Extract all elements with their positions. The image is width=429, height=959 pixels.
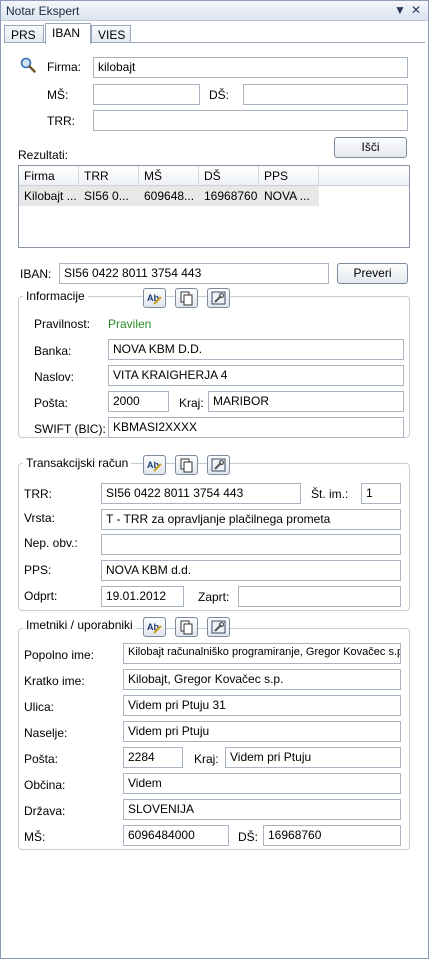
ds-input[interactable] [243,84,408,105]
copy-icon[interactable] [175,617,198,637]
posta-label: Pošta: [34,396,69,410]
table-cell: 16968760 [204,189,258,203]
informacije-title: Informacije [23,289,88,303]
drzava-field[interactable]: SLOVENIJA [123,799,401,820]
column-header[interactable]: Firma [19,166,79,186]
kraj-field[interactable]: Videm pri Ptuju [225,747,401,768]
ms-field[interactable]: 6096484000 [123,825,229,846]
zaprt-field[interactable] [238,586,401,607]
iban-tab-panel: Firma: kilobajt MŠ: DŠ: TRR: Rezultati: … [4,42,425,956]
banka-label: Banka: [34,344,72,358]
ds-label: DŠ: [209,88,230,102]
ds-field[interactable]: 16968760 [263,825,401,846]
table-cell: NOVA ... [264,189,310,203]
spellcheck-icon[interactable]: Ab [143,455,166,475]
pps-label: PPS: [24,563,52,577]
table-row[interactable]: Kilobajt ... SI56 0... 609648... 1696876… [19,186,319,206]
column-header[interactable]: DŠ [199,166,259,186]
naslov-field[interactable]: VITA KRAIGHERJA 4 [108,365,404,386]
pravilnost-label: Pravilnost: [34,317,91,331]
obcina-label: Občina: [24,778,66,792]
vrsta-label: Vrsta: [24,511,55,525]
settings-icon[interactable] [207,617,230,637]
close-icon[interactable]: ✕ [411,3,421,17]
ms-input[interactable] [93,84,200,105]
tab-vies[interactable]: VIES [91,25,131,43]
trr-label: TRR: [47,114,75,128]
trr-field[interactable]: SI56 0422 8011 3754 443 [101,483,301,504]
naselje-field[interactable]: Videm pri Ptuju [123,721,401,742]
spellcheck-icon[interactable]: Ab [143,288,166,308]
banka-field[interactable]: NOVA KBM D.D. [108,339,404,360]
kraj-field[interactable]: MARIBOR [208,391,404,412]
ms-label: MŠ: [24,830,46,844]
results-table: Firma TRR MŠ DŠ PPS Kilobajt ... SI56 0.… [18,165,410,248]
table-cell: Kilobajt ... [24,189,77,203]
trr-label: TRR: [24,487,52,501]
kraj-label: Kraj: [194,752,219,766]
posta-field[interactable]: 2284 [123,747,183,768]
nep-obv-field[interactable] [101,534,401,555]
vrsta-field[interactable]: T - TRR za opravljanje plačilnega promet… [101,509,401,530]
pin-dropdown-icon[interactable]: ▼ [394,3,406,17]
window-title: Notar Ekspert [6,4,80,18]
odprt-label: Odprt: [24,589,58,603]
iban-label: IBAN: [20,267,52,281]
copy-icon[interactable] [175,455,198,475]
results-label: Rezultati: [18,148,69,162]
obcina-field[interactable]: Videm [123,773,401,794]
posta-field[interactable]: 2000 [108,391,169,412]
imetniki-title: Imetniki / uporabniki [23,618,136,632]
column-header[interactable]: MŠ [139,166,199,186]
search-icon [20,57,36,76]
tab-iban[interactable]: IBAN [45,23,91,44]
firma-input[interactable]: kilobajt [93,57,408,78]
tab-prs[interactable]: PRS [4,25,44,43]
pravilnost-value: Pravilen [108,317,152,331]
nep-obv-label: Nep. obv.: [24,536,78,550]
pps-field[interactable]: NOVA KBM d.d. [101,560,401,581]
ulica-field[interactable]: Videm pri Ptuju 31 [123,695,401,716]
stim-label: Št. im.: [311,487,349,501]
iban-input[interactable]: SI56 0422 8011 3754 443 [59,263,329,284]
spellcheck-icon[interactable]: Ab [143,617,166,637]
settings-icon[interactable] [207,288,230,308]
drzava-label: Država: [24,804,66,818]
ulica-label: Ulica: [24,700,55,714]
naslov-label: Naslov: [34,370,75,384]
notar-ekspert-panel: Notar Ekspert ▼ ✕ PRS IBAN VIES Firma: k… [0,0,429,959]
table-cell: SI56 0... [84,189,129,203]
kraj-label: Kraj: [179,396,204,410]
results-header: Firma TRR MŠ DŠ PPS [19,166,409,186]
swift-field[interactable]: KBMASI2XXXX [108,417,404,438]
table-cell: 609648... [144,189,195,203]
posta-label: Pošta: [24,752,59,766]
column-header[interactable]: PPS [259,166,319,186]
settings-icon[interactable] [207,455,230,475]
copy-icon[interactable] [175,288,198,308]
column-header[interactable]: TRR [79,166,139,186]
preveri-button[interactable]: Preveri [337,263,408,284]
trr-input[interactable] [93,110,408,131]
ms-label: MŠ: [47,88,69,102]
popolno-ime-label: Popolno ime: [24,648,95,662]
odprt-field[interactable]: 19.01.2012 [101,586,184,607]
zaprt-label: Zaprt: [198,590,230,604]
naselje-label: Naselje: [24,726,68,740]
swift-label: SWIFT (BIC): [34,422,106,436]
kratko-ime-field[interactable]: Kilobajt, Gregor Kovačec s.p. [123,669,401,690]
transakcijski-title: Transakcijski račun [23,456,132,470]
popolno-ime-field[interactable]: Kilobajt računalniško programiranje, Gre… [123,643,401,664]
kratko-ime-label: Kratko ime: [24,674,85,688]
stim-field[interactable]: 1 [361,483,401,504]
ds-label: DŠ: [238,830,259,844]
search-button[interactable]: Išči [334,137,407,158]
firma-label: Firma: [47,60,81,74]
title-bar: Notar Ekspert ▼ ✕ [1,1,428,21]
